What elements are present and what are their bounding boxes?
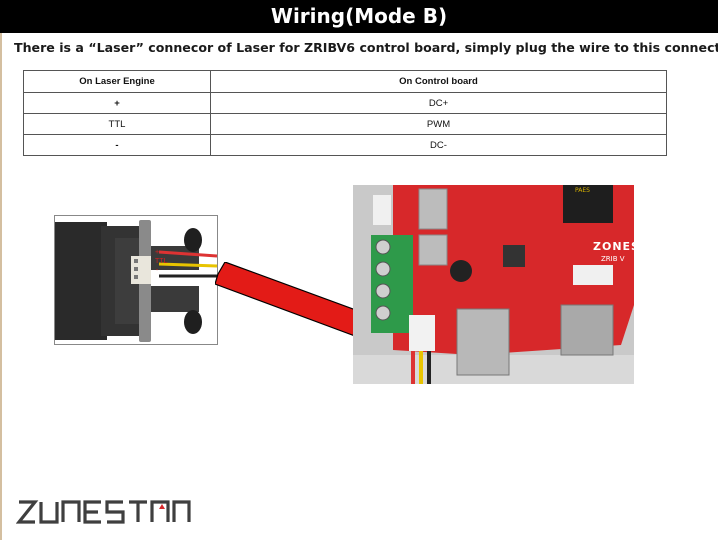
left-border-rule bbox=[0, 0, 2, 540]
pin-label: + bbox=[155, 248, 160, 256]
chip-label: PAES bbox=[575, 187, 590, 194]
laser-module-illustration bbox=[55, 216, 217, 344]
control-board-illustration bbox=[353, 185, 634, 384]
column-header-laser-engine: On Laser Engine bbox=[23, 70, 211, 93]
control-board-photo: ZONES ZRIB V PAES bbox=[353, 185, 634, 384]
page-title: Wiring(Mode B) bbox=[0, 0, 718, 33]
laser-pin-cell: + bbox=[23, 92, 211, 114]
logo-accent-mark bbox=[159, 504, 165, 509]
laser-pin-labels: + TTL - bbox=[155, 248, 168, 275]
board-model-label: ZRIB V bbox=[601, 255, 625, 263]
wiring-table: On Laser Engine On Control board + DC+ T… bbox=[23, 70, 667, 156]
board-brand-label: ZONES bbox=[593, 240, 634, 253]
laser-pin-cell: TTL bbox=[23, 113, 211, 135]
board-pin-cell: DC- bbox=[210, 134, 667, 156]
table-row: - DC- bbox=[23, 134, 667, 156]
board-pin-cell: PWM bbox=[210, 113, 667, 135]
laser-pin-cell: - bbox=[23, 134, 211, 156]
laser-module-photo: + TTL - bbox=[54, 215, 218, 345]
column-header-control-board: On Control board bbox=[210, 70, 667, 93]
table-row: + DC+ bbox=[23, 92, 667, 114]
table-row: TTL PWM bbox=[23, 113, 667, 135]
board-pin-cell: DC+ bbox=[210, 92, 667, 114]
table-header-row: On Laser Engine On Control board bbox=[23, 70, 667, 93]
pin-label: - bbox=[155, 266, 160, 274]
pin-label: TTL bbox=[155, 257, 168, 265]
zonestar-logo bbox=[16, 500, 191, 524]
intro-text: There is a “Laser” connecor of Laser for… bbox=[14, 40, 718, 55]
